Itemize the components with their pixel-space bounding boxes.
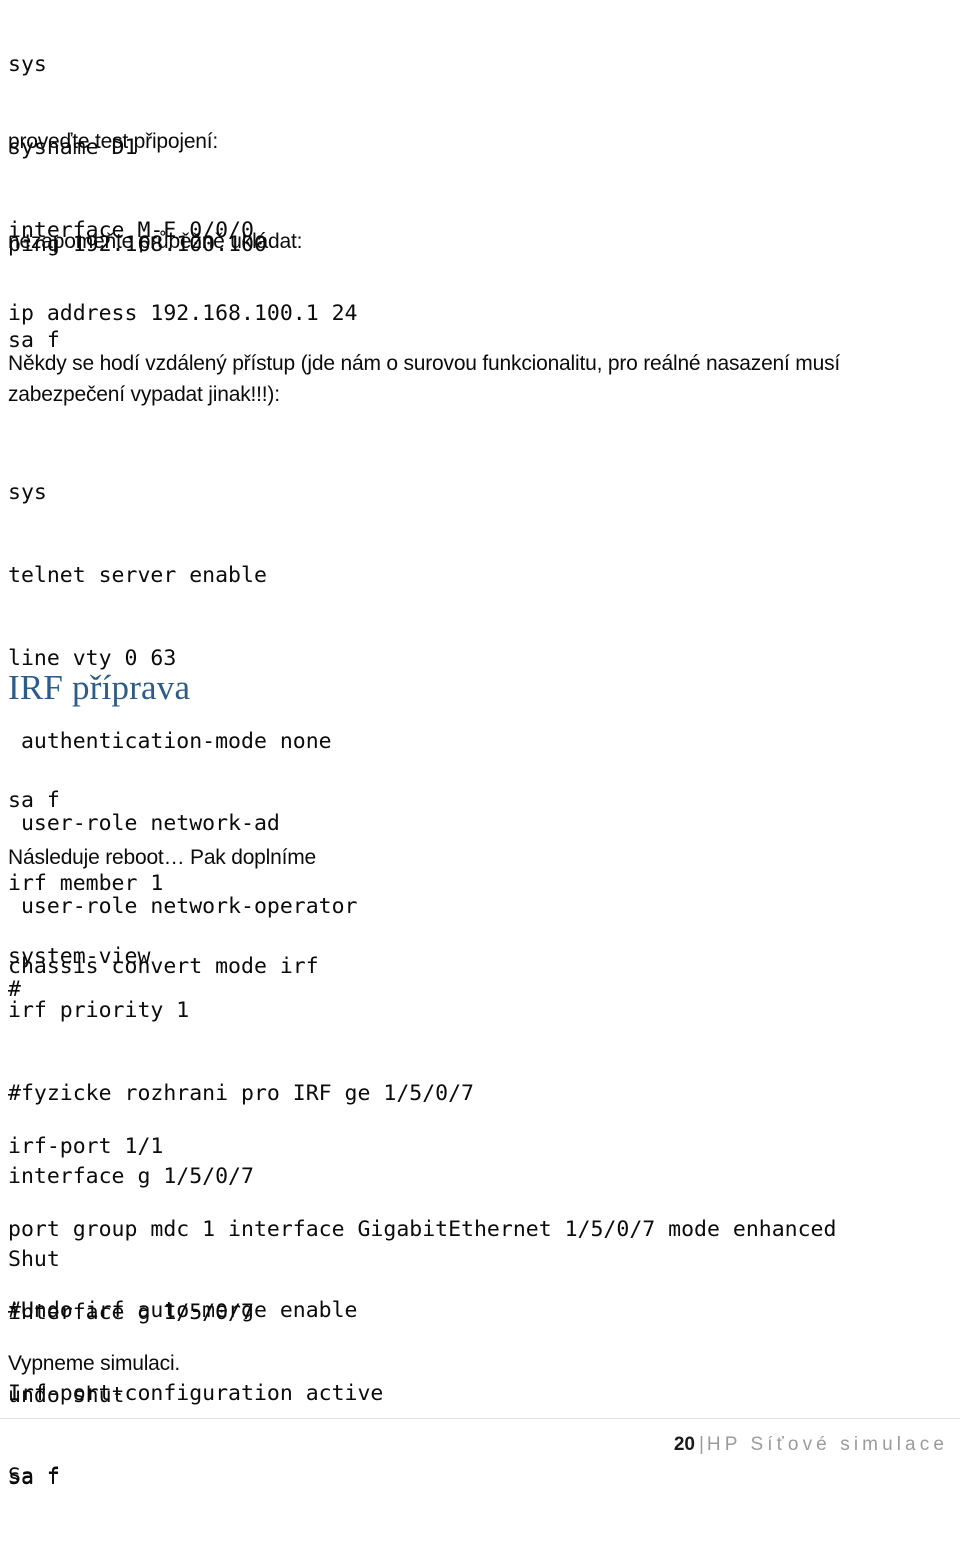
code-line: #Undo irf auto-merge enable (8, 1298, 358, 1324)
footer-document-title: HP Síťové simulace (706, 1434, 948, 1455)
code-line: Irf-port-configuration active (8, 1380, 384, 1406)
paragraph-stop-simulation: Vypneme simulaci. (8, 1348, 180, 1379)
footer-page-number: 20 (673, 1434, 695, 1455)
paragraph-remote-access: Někdy se hodí vzdálený přístup (jde nám … (8, 348, 898, 410)
footer-separator: | (698, 1434, 704, 1455)
heading-irf-priprava: IRF příprava (8, 668, 191, 707)
paragraph-line: Následuje reboot… Pak doplníme (8, 846, 317, 869)
code-block-irf-activate: #Undo irf auto-merge enable Irf-port-con… (8, 1242, 383, 1546)
code-line: sys (8, 52, 47, 78)
paragraph-line: Vypneme simulaci. (8, 1352, 181, 1375)
paragraph-line: Někdy se hodí vzdálený přístup (jde nám … (8, 352, 841, 375)
footer-divider (0, 1418, 960, 1419)
paragraph-reboot: Následuje reboot… Pak doplníme (8, 842, 316, 873)
paragraph-line: proveďte test připojení: (8, 130, 219, 153)
code-line: telnet server enable (8, 562, 267, 588)
document-page: sys sysname D1 interface M-E 0/0/0 ip ad… (0, 0, 960, 1490)
paragraph-line: zabezpečení vypadat jinak!!!): (8, 383, 280, 406)
code-line: port group mdc 1 interface GigabitEthern… (8, 1216, 837, 1242)
code-line: sys (8, 480, 47, 506)
paragraph-remember-save: nezapomeňte průběžně ukládat: (8, 226, 302, 257)
code-line: Sa f (8, 1463, 60, 1489)
code-line: irf priority 1 (8, 998, 190, 1024)
paragraph-test-connection: proveďte test připojení: (8, 126, 218, 157)
page-footer: 20 | HP Síťové simulace (0, 1432, 960, 1458)
paragraph-line: nezapomeňte průběžně ukládat: (8, 230, 303, 253)
code-line: irf-port 1/1 (8, 1134, 164, 1160)
code-line: sa f (8, 788, 60, 814)
